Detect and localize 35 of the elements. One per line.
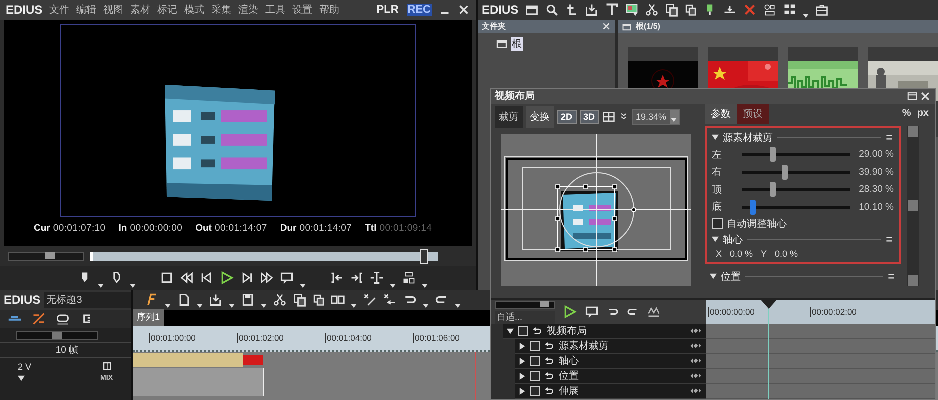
ruler-label: 00:01:02:00	[237, 333, 325, 343]
timecode-value: 00:01:07:10	[53, 223, 106, 234]
field-label: X	[716, 248, 722, 259]
ruler-label: 00:01:00:00	[149, 333, 237, 343]
dialog-title: 视频布局	[495, 90, 535, 104]
slider-value: 28.30 %	[858, 184, 894, 196]
slider-label: 顶	[712, 184, 723, 197]
timecode-label: In	[118, 223, 128, 234]
section-title: 位置	[721, 270, 741, 284]
panel-title: 文件夹	[482, 21, 506, 32]
slider-label: 左	[712, 148, 723, 162]
timecode-value: 00:00:00:00	[130, 223, 183, 234]
section-title: 轴心	[723, 234, 743, 247]
panel-title: 根(1/5)	[636, 21, 660, 32]
slider-value: 29.00 %	[858, 149, 894, 160]
app-logo: EDIUS	[4, 293, 41, 307]
timecode-label: Dur	[280, 223, 297, 234]
section-title: 源素材裁剪	[723, 132, 773, 145]
timecode-label: Out	[196, 223, 212, 234]
slider-label: 底	[712, 200, 723, 214]
slider-value: 39.90 %	[858, 166, 894, 178]
timecode-label: Ttl	[365, 223, 377, 234]
app-logo: EDIUS	[482, 3, 519, 17]
field-label: Y	[761, 248, 768, 259]
app-logo: EDIUS	[6, 3, 43, 17]
slider-value: 10.10 %	[858, 202, 894, 213]
ruler-label: 00:00:02:00	[810, 307, 912, 317]
timecode-value: 00:01:14:07	[300, 223, 352, 234]
ruler-label: 00:01:04:00	[325, 333, 413, 343]
track-name: 2 V	[18, 362, 32, 372]
slider-label: 右	[712, 166, 723, 180]
timecode-label: Cur	[34, 223, 50, 234]
timecode-value: 00:01:09:14	[380, 223, 432, 234]
timecode-value: 00:01:14:07	[214, 223, 268, 234]
checkbox-label: 自动调整轴心	[727, 218, 787, 231]
